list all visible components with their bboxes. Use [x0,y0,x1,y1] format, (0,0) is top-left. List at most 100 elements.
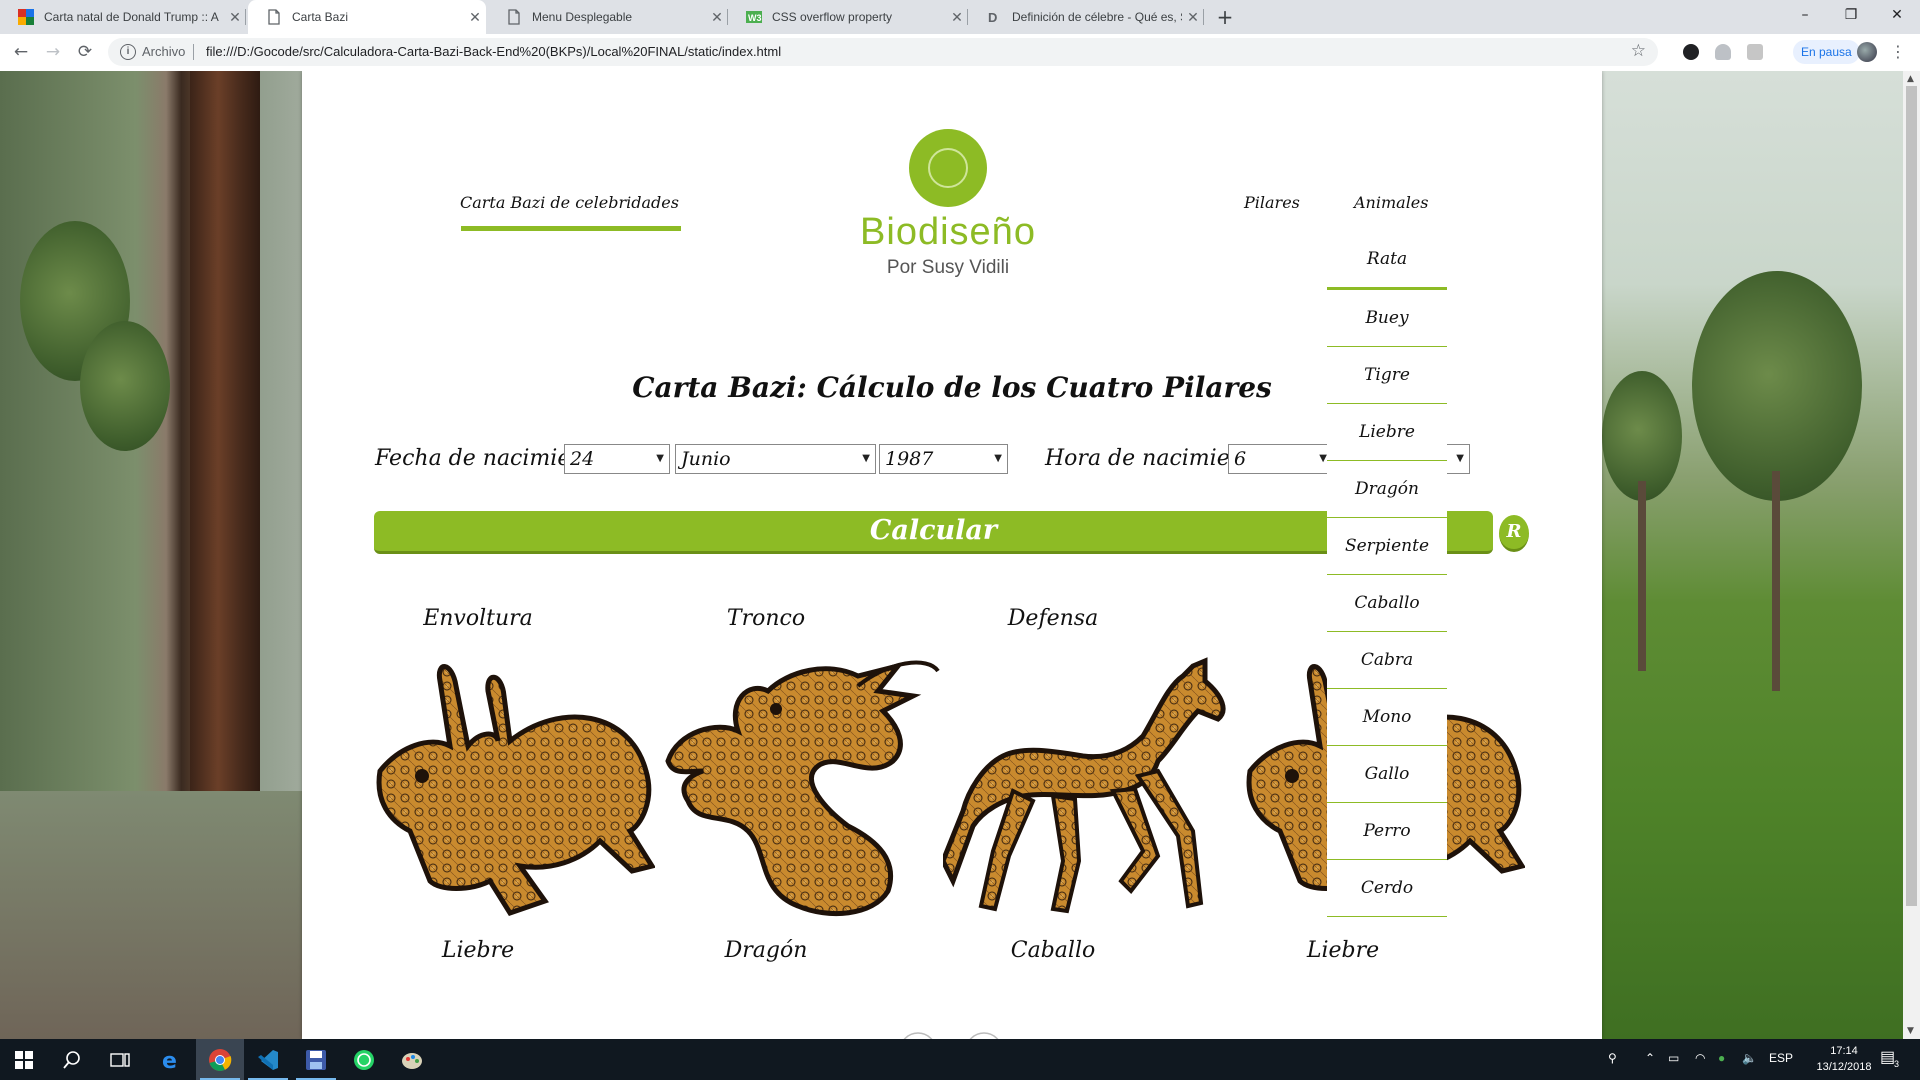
scroll-up-icon[interactable]: ▲ [1907,74,1914,84]
close-tab-icon[interactable]: ✕ [224,9,246,26]
social-links [898,1031,1026,1039]
close-tab-icon[interactable]: ✕ [1182,9,1204,26]
menu-item-cabra[interactable]: Cabra [1327,632,1447,689]
new-tab-button[interactable]: + [1212,4,1238,30]
maximize-button[interactable]: ❐ [1828,0,1874,30]
pillar-animal-name: Liebre [1306,938,1380,963]
menu-icon[interactable]: ⋮ [1890,42,1906,61]
battery-icon[interactable]: ▭ [1668,1051,1679,1065]
menu-item-buey[interactable]: Buey [1327,290,1447,347]
logo-circle-icon[interactable] [909,129,987,207]
divider [193,44,194,60]
rabbit-illustration [376,664,655,917]
save-disk-icon[interactable] [292,1039,340,1080]
wifi-icon[interactable]: ◠ [1695,1051,1705,1065]
pillar-animal-name: Caballo [1010,938,1096,963]
people-icon[interactable]: ⚲ [1608,1051,1617,1065]
page-icon [506,9,522,25]
tab-title: Carta Bazi [292,10,349,24]
tab-donald-trump[interactable]: Carta natal de Donald Trump :: A ✕ [0,0,246,34]
nav-link-animals[interactable]: Animales [1354,193,1428,212]
sync-paused-badge[interactable]: En pausa [1793,40,1860,64]
close-tab-icon[interactable]: ✕ [464,9,486,26]
month-select[interactable]: Junio ▼ [675,444,876,474]
menu-item-cerdo[interactable]: Cerdo [1327,860,1447,917]
back-button[interactable]: ← [9,40,33,64]
menu-item-caballo[interactable]: Caballo [1327,575,1447,632]
svg-text:W3: W3 [748,13,762,23]
day-value: 24 [570,448,595,470]
search-icon[interactable] [48,1039,96,1080]
day-select[interactable]: 24 ▼ [564,444,670,474]
reload-button[interactable]: ⟳ [73,40,97,64]
address-bar[interactable]: i Archivo file:///D:/Gocode/src/Calculad… [108,38,1658,66]
minimize-button[interactable]: – [1782,0,1828,30]
tab-definicion-celebre[interactable]: D Definición de célebre - Qué es, S ✕ [968,0,1204,34]
extension-icon[interactable] [1747,44,1763,60]
whatsapp-icon[interactable] [340,1039,388,1080]
clock-date: 13/12/2018 [1816,1061,1872,1073]
forward-button[interactable]: → [41,40,65,64]
url-text[interactable]: file:///D:/Gocode/src/Calculadora-Carta-… [206,44,781,59]
vscode-icon[interactable] [244,1039,292,1080]
month-value: Junio [681,448,731,470]
task-view-icon[interactable] [96,1039,144,1080]
tab-css-overflow[interactable]: W3 CSS overflow property ✕ [728,0,968,34]
logo-tagline: Por Susy Vidili [886,257,1010,278]
page-viewport: Carta Bazi de celebridades Biodiseño Por… [0,71,1903,1039]
extension-sync-icon[interactable] [1683,44,1699,60]
chrome-icon[interactable] [196,1039,244,1080]
tab-carta-bazi[interactable]: Carta Bazi ✕ [248,0,486,34]
scroll-down-icon[interactable]: ▼ [1907,1026,1914,1036]
profile-avatar[interactable] [1857,42,1877,62]
close-tab-icon[interactable]: ✕ [706,9,728,26]
dropdown-arrow-icon: ▼ [656,453,664,464]
menu-item-serpiente[interactable]: Serpiente [1327,518,1447,575]
tab-title: Definición de célebre - Qué es, S [1012,10,1182,24]
menu-item-perro[interactable]: Perro [1327,803,1447,860]
reset-button[interactable]: R [1499,515,1529,552]
pillar-animal-name: Liebre [441,938,515,963]
vertical-scrollbar[interactable]: ▲ ▼ [1903,71,1920,1039]
logo-name[interactable]: Biodiseño [850,211,1046,254]
dragon-illustration [665,660,940,917]
menu-item-liebre[interactable]: Liebre [1327,404,1447,461]
info-icon[interactable]: i [120,44,136,60]
year-select[interactable]: 1987 ▼ [879,444,1008,474]
browser-toolbar: ← → ⟳ i Archivo file:///D:/Gocode/src/Ca… [0,34,1920,72]
nav-link-celebrities[interactable]: Carta Bazi de celebridades [460,193,679,212]
close-window-button[interactable]: ✕ [1874,0,1920,30]
bookmark-star-icon[interactable]: ☆ [1631,41,1646,61]
security-icon[interactable]: ● [1718,1051,1725,1065]
nav-link-pillars[interactable]: Pilares [1244,193,1300,212]
dropdown-arrow-icon: ▼ [862,453,870,464]
language-indicator[interactable]: ESP [1769,1051,1793,1065]
menu-item-tigre[interactable]: Tigre [1327,347,1447,404]
dropdown-arrow-icon: ▼ [1319,453,1327,464]
cloud-icon[interactable] [1715,44,1731,60]
notification-count: 3 [1894,1059,1900,1069]
notifications-icon[interactable]: ▤ [1880,1047,1895,1067]
browser-tab-strip: Carta natal de Donald Trump :: A ✕ Carta… [0,0,1920,34]
menu-item-mono[interactable]: Mono [1327,689,1447,746]
dropdown-arrow-icon: ▼ [994,453,1002,464]
taskbar: e ⚲ ⌃ ▭ ◠ ● 🔈 ESP 17:14 13/12/2018 ▤ 3 [0,1039,1920,1080]
svg-text:D: D [988,10,997,25]
volume-icon[interactable]: 🔈 [1742,1051,1757,1065]
background-photo-right [1602,71,1903,1039]
menu-item-dragon[interactable]: Dragón [1327,461,1447,518]
edge-icon[interactable]: e [148,1039,196,1080]
clock[interactable]: 17:14 13/12/2018 [1814,1043,1874,1075]
pillar-heading: Envoltura [423,606,533,631]
start-icon[interactable] [0,1039,48,1080]
hour-select[interactable]: 6 ▼ [1228,444,1333,474]
calculate-button[interactable]: Calcular [374,511,1493,554]
clock-time: 17:14 [1830,1045,1858,1057]
scrollbar-thumb[interactable] [1906,86,1917,906]
menu-item-rata[interactable]: Rata [1327,231,1447,290]
tab-menu-desplegable[interactable]: Menu Desplegable ✕ [488,0,728,34]
paint-icon[interactable] [388,1039,436,1080]
close-tab-icon[interactable]: ✕ [946,9,968,26]
chevron-up-icon[interactable]: ⌃ [1645,1051,1655,1065]
menu-item-gallo[interactable]: Gallo [1327,746,1447,803]
